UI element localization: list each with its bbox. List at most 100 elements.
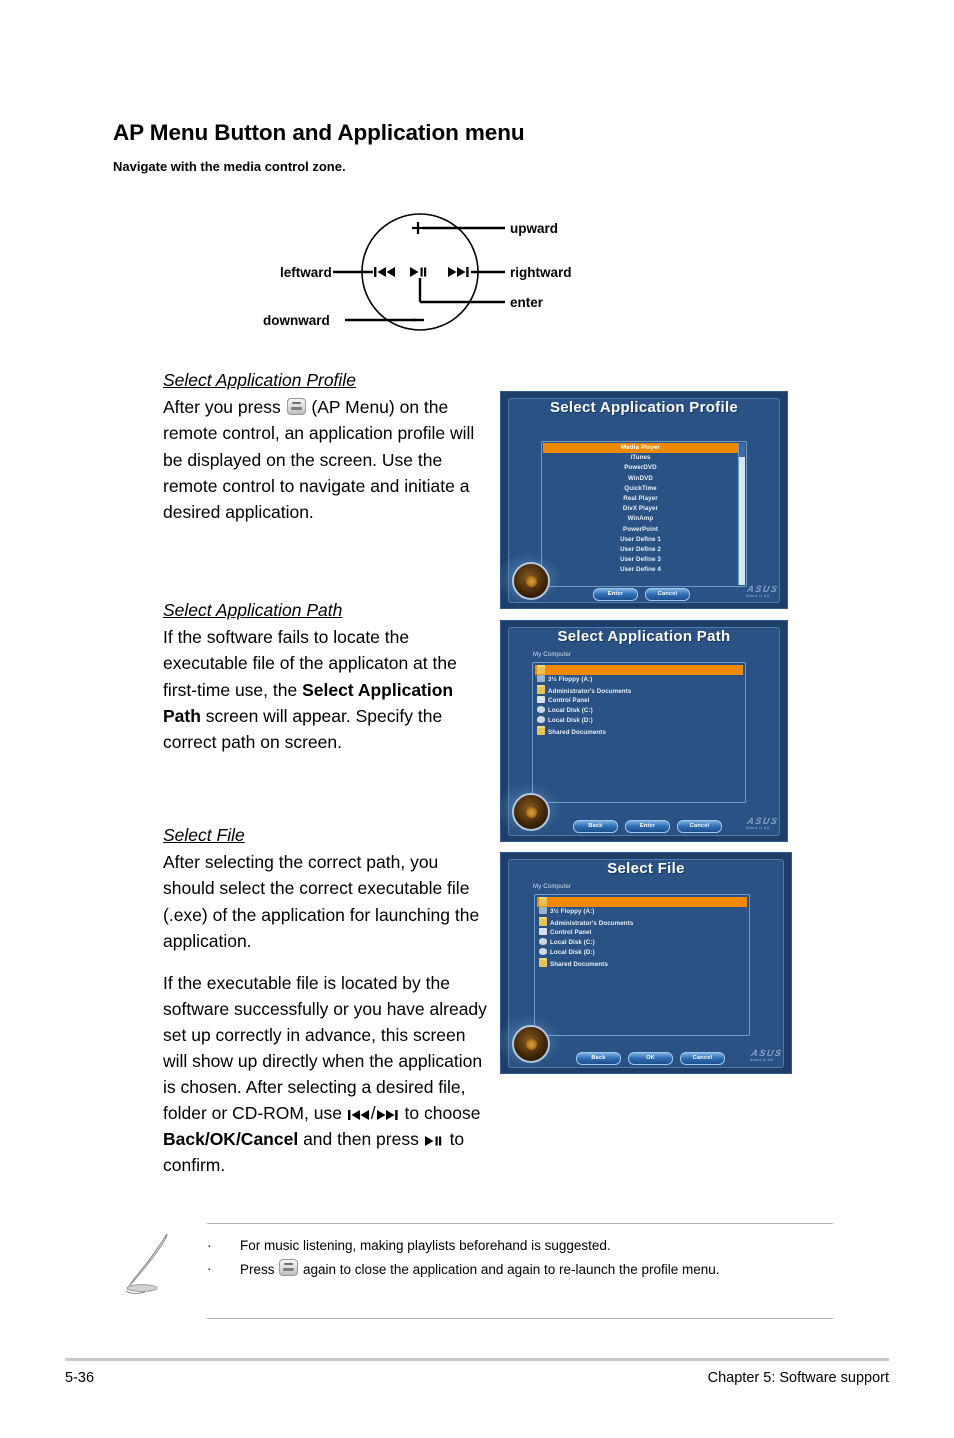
list-item[interactable]: Real Player	[543, 494, 738, 504]
list-item[interactable]	[537, 897, 747, 908]
page-subtitle: Navigate with the media control zone.	[113, 159, 346, 174]
dpad-icon[interactable]	[512, 1025, 550, 1063]
screen-button-bar: Back OK Cancel	[576, 1052, 725, 1065]
file-list[interactable]: 3½ Floppy (A:) Administrator's Documents…	[534, 894, 750, 1036]
asus-wordmark: ASUS	[750, 1048, 784, 1058]
screenshot-select-application-path: Select Application Path My Computer 3½ F…	[500, 620, 788, 842]
diagram-label-upward: upward	[510, 221, 558, 236]
asus-logo: ASUS Smart in All	[745, 816, 779, 830]
list-item[interactable]: Administrator's Documents	[537, 917, 747, 927]
text-fragment: Press	[240, 1262, 279, 1278]
list-item[interactable]: Local Disk (D:)	[535, 715, 743, 726]
bullet-marker: ·	[207, 1238, 212, 1253]
list-item[interactable]: User Define 1	[543, 535, 738, 545]
list-item[interactable]: User Define 4	[543, 565, 738, 575]
text-fragment: /	[370, 1102, 376, 1123]
floppy-icon	[537, 675, 545, 683]
play-pause-icon	[424, 1136, 441, 1146]
asus-wordmark: ASUS	[746, 584, 780, 594]
profile-list[interactable]: Media Player iTunes PowerDVD WinDVD Quic…	[541, 441, 747, 587]
footer-rule	[65, 1358, 889, 1361]
section-paragraph: If the software fails to locate the exec…	[163, 624, 493, 754]
next-track-icon	[376, 1109, 398, 1120]
back-button[interactable]: Back	[576, 1052, 621, 1065]
list-item-label: Shared Documents	[548, 729, 606, 737]
list-item[interactable]: Local Disk (C:)	[537, 937, 747, 948]
bullet-marker: ·	[207, 1261, 212, 1277]
section-title: Select Application Path	[163, 600, 343, 620]
page-title: AP Menu Button and Application menu	[113, 120, 525, 145]
diagram-label-leftward: leftward	[280, 265, 332, 280]
list-item[interactable]: PowerDVD	[543, 463, 738, 473]
list-item-label: 3½ Floppy (A:)	[548, 676, 593, 684]
list-item[interactable]: Control Panel	[535, 695, 743, 706]
pen-note-icon	[125, 1233, 168, 1294]
text-fragment: After you press	[163, 397, 286, 418]
list-item[interactable]: Control Panel	[537, 927, 747, 938]
text-emphasis: Back/OK/Cancel	[163, 1129, 299, 1149]
screen-button-bar: Enter Cancel	[593, 588, 690, 601]
path-list[interactable]: 3½ Floppy (A:) Administrator's Documents…	[532, 662, 746, 803]
list-item[interactable]: 3½ Floppy (A:)	[535, 675, 743, 685]
diagram-label-rightward: rightward	[510, 265, 572, 280]
list-item-label: Administrator's Documents	[550, 920, 634, 928]
cancel-button[interactable]: Cancel	[677, 820, 722, 833]
note-text: For music listening, making playlists be…	[240, 1238, 611, 1253]
asus-logo: ASUS Smart in All	[745, 584, 779, 598]
cancel-button[interactable]: Cancel	[680, 1052, 725, 1065]
list-item[interactable]: WinAmp	[543, 514, 738, 524]
ok-button[interactable]: OK	[628, 1052, 673, 1065]
asus-logo: ASUS Smart in All	[749, 1048, 783, 1062]
asus-tagline: Smart in All	[745, 826, 770, 830]
list-item[interactable]: PowerPoint	[543, 525, 738, 535]
enter-button[interactable]: Enter	[593, 588, 638, 601]
screenshot-select-application-profile: Select Application Profile Media Player …	[500, 391, 788, 609]
disk-icon	[537, 705, 545, 713]
list-item-label: Administrator's Documents	[548, 688, 632, 696]
list-item[interactable]: WinDVD	[543, 474, 738, 484]
text-fragment: and then press	[298, 1129, 424, 1149]
list-scrollbar[interactable]	[738, 443, 745, 585]
dpad-icon[interactable]	[512, 562, 550, 600]
list-item[interactable]: DivX Player	[543, 504, 738, 514]
enter-button[interactable]: Enter	[625, 820, 670, 833]
prev-track-icon	[347, 1109, 369, 1120]
list-item[interactable]: User Define 3	[543, 555, 738, 565]
list-item[interactable]: iTunes	[543, 453, 738, 463]
list-item[interactable]: Local Disk (C:)	[535, 705, 743, 716]
floppy-icon	[539, 907, 547, 915]
list-item-label: Shared Documents	[550, 961, 608, 969]
list-item-label: Local Disk (C:)	[550, 938, 595, 946]
list-item[interactable]: 3½ Floppy (A:)	[537, 907, 747, 917]
dpad-icon[interactable]	[512, 793, 550, 831]
section-paragraph: If the executable file is located by the…	[163, 970, 493, 1179]
back-button[interactable]: Back	[573, 820, 618, 833]
text-fragment: screen will appear. Specify the correct …	[163, 705, 443, 752]
list-item[interactable]: QuickTime	[543, 484, 738, 494]
cancel-button[interactable]: Cancel	[645, 588, 690, 601]
diagram-label-downward: downward	[263, 313, 330, 328]
note-item: · For music listening, making playlists …	[207, 1234, 833, 1257]
list-item[interactable]: User Define 2	[543, 545, 738, 555]
list-item[interactable]: Shared Documents	[537, 958, 747, 968]
screen-button-bar: Back Enter Cancel	[573, 820, 722, 833]
list-item[interactable]: Media Player	[543, 443, 738, 454]
screen-path-label: My Computer	[533, 884, 572, 890]
note-list: · For music listening, making playlists …	[207, 1234, 833, 1281]
media-control-zone-diagram: upward rightward enter downward leftward	[255, 200, 705, 345]
scrollbar-thumb[interactable]	[739, 443, 745, 457]
screen-path-label: My Computer	[533, 652, 572, 658]
ap-menu-key-icon	[286, 398, 306, 416]
next-track-icon	[448, 267, 469, 277]
list-item[interactable]: Administrator's Documents	[535, 685, 743, 695]
document-page: AP Menu Button and Application menu Navi…	[0, 0, 954, 1438]
control-panel-icon	[539, 927, 547, 935]
asus-wordmark: ASUS	[746, 816, 780, 826]
asus-tagline: Smart in All	[749, 1058, 774, 1062]
disk-icon	[539, 937, 547, 945]
list-item[interactable]	[535, 665, 743, 676]
play-pause-icon	[410, 267, 427, 277]
folder-icon	[537, 685, 545, 695]
list-item[interactable]: Shared Documents	[535, 726, 743, 736]
list-item[interactable]: Local Disk (D:)	[537, 947, 747, 958]
